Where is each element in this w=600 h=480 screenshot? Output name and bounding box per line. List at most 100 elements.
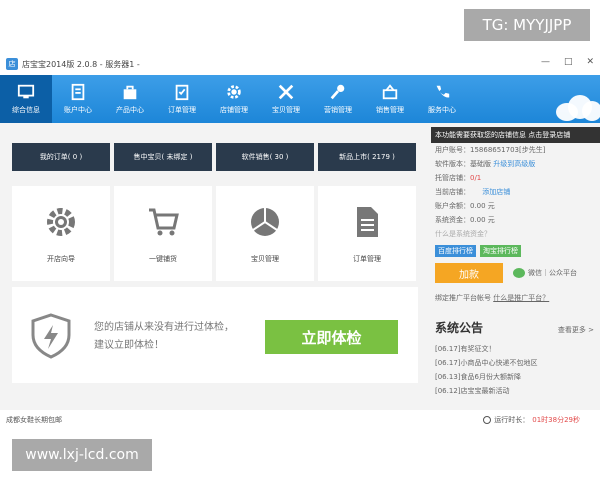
announcement-item[interactable]: [06.12]店宝宝最新活动 bbox=[435, 384, 600, 398]
announcement-title: 系统公告 bbox=[435, 321, 484, 335]
cloud-decoration bbox=[552, 91, 600, 123]
tab-account[interactable]: 账户中心 bbox=[52, 75, 104, 123]
add-store-link[interactable]: 添加店铺 bbox=[482, 188, 510, 196]
bag-icon bbox=[123, 85, 137, 100]
main-panel: 我的订单( 0 ) 售中宝贝( 未绑定 ) 软件销售( 30 ) 新品上市( 2… bbox=[12, 143, 418, 383]
balance-row: 账户余额：0.00 元 bbox=[435, 199, 600, 213]
balance-value: 0.00 元 bbox=[470, 202, 495, 210]
tab-items[interactable]: 宝贝管理 bbox=[260, 75, 312, 123]
status-bar: 成都女鞋长期包邮 运行时长： 01时38分29秒 bbox=[0, 410, 600, 430]
tab-label: 订单管理 bbox=[168, 106, 196, 114]
promotion-help-link[interactable]: 什么是推广平台？ bbox=[493, 294, 549, 302]
upgrade-link[interactable]: 升级到高级版 bbox=[493, 160, 535, 168]
window-title: 店宝宝2014版 2.0.8 - 服务器1 - bbox=[22, 59, 140, 69]
main-toolbar: 综合信息 账户中心 产品中心 订单管理 店铺管理 宝贝管理 营销管理 销售管理 bbox=[0, 75, 600, 123]
system-funds-value: 0.00 元 bbox=[470, 216, 495, 224]
microphone-icon bbox=[330, 84, 345, 100]
balance-label: 账户余额： bbox=[435, 202, 470, 210]
bind-label: 绑定推广平台帐号 bbox=[435, 294, 491, 302]
watermark-bottom: www.lxj-lcd.com bbox=[12, 439, 152, 471]
system-funds-label: 系统资金： bbox=[435, 216, 470, 224]
tab-label: 销售管理 bbox=[376, 106, 404, 114]
tab-service[interactable]: 服务中心 bbox=[416, 75, 468, 123]
store-checkup-panel: 您的店铺从来没有进行过体检， 建议立即体检！ 立即体检 bbox=[12, 287, 418, 383]
card-label: 订单管理 bbox=[353, 254, 381, 263]
managed-row: 托管店铺：0/1 bbox=[435, 171, 600, 185]
user-value: 15868651703[步先生] bbox=[470, 146, 546, 154]
runtime-label: 运行时长： bbox=[494, 416, 530, 424]
gear-icon bbox=[47, 207, 75, 236]
monitor-icon bbox=[17, 84, 35, 99]
user-label: 用户账号： bbox=[435, 146, 470, 154]
checkup-now-button[interactable]: 立即体检 bbox=[265, 320, 398, 354]
cart-icon bbox=[149, 208, 179, 235]
tab-overview[interactable]: 综合信息 bbox=[0, 75, 52, 123]
taobao-rank-button[interactable]: 淘宝排行榜 bbox=[480, 245, 521, 257]
recharge-button[interactable]: 加款 bbox=[435, 263, 503, 283]
app-logo-icon: 店 bbox=[6, 58, 18, 70]
wechat-icon bbox=[513, 268, 525, 278]
card-item-manage[interactable]: 宝贝管理 bbox=[216, 186, 314, 281]
wechat-label: 微信｜公众平台 bbox=[528, 269, 577, 277]
tab-label: 账户中心 bbox=[64, 106, 92, 114]
runtime: 运行时长： 01时38分29秒 bbox=[483, 415, 580, 425]
user-account-row: 用户账号：15868651703[步先生] bbox=[435, 143, 600, 157]
version-row: 软件版本：基础版 升级到高级版 bbox=[435, 157, 600, 171]
tab-label: 营销管理 bbox=[324, 106, 352, 114]
announcement-item[interactable]: [06.17]有奖征文！ bbox=[435, 342, 600, 356]
announcement-item[interactable]: [06.17]小商品中心快递不包地区 bbox=[435, 356, 600, 370]
runtime-value: 01时38分29秒 bbox=[532, 416, 580, 424]
clock-icon bbox=[483, 416, 492, 424]
tab-label: 店铺管理 bbox=[220, 106, 248, 114]
order-icon bbox=[175, 84, 189, 101]
version-value: 基础版 bbox=[470, 160, 491, 168]
sidebar: 用户账号：15868651703[步先生] 软件版本：基础版 升级到高级版 托管… bbox=[435, 143, 600, 398]
card-label: 开店向导 bbox=[47, 254, 75, 263]
tools-icon bbox=[278, 84, 294, 100]
stat-new-products[interactable]: 新品上市( 2179 ) bbox=[318, 143, 416, 171]
shield-icon bbox=[31, 313, 71, 359]
minimize-button[interactable]: — bbox=[541, 57, 550, 67]
baidu-rank-button[interactable]: 百度排行榜 bbox=[435, 245, 476, 257]
card-label: 一键铺货 bbox=[149, 254, 177, 263]
tab-marketing[interactable]: 营销管理 bbox=[312, 75, 364, 123]
card-one-click[interactable]: 一键铺货 bbox=[114, 186, 212, 281]
wechat-link[interactable]: 微信｜公众平台 bbox=[513, 268, 577, 278]
managed-value: 0/1 bbox=[470, 174, 482, 182]
stat-on-sale[interactable]: 售中宝贝( 未绑定 ) bbox=[114, 143, 212, 171]
announcement-item[interactable]: [06.13]食品6月份大额新降 bbox=[435, 370, 600, 384]
box-icon bbox=[251, 207, 279, 236]
announcement-list: [06.17]有奖征文！ [06.17]小商品中心快递不包地区 [06.13]食… bbox=[435, 342, 600, 398]
system-funds-row: 系统资金：0.00 元 bbox=[435, 213, 600, 227]
phone-icon bbox=[436, 85, 450, 98]
card-label: 宝贝管理 bbox=[251, 254, 279, 263]
version-label: 软件版本： bbox=[435, 160, 470, 168]
document-icon bbox=[357, 206, 378, 237]
bind-promotion-row: 绑定推广平台帐号 什么是推广平台？ bbox=[435, 291, 600, 305]
card-order-manage[interactable]: 订单管理 bbox=[318, 186, 416, 281]
account-icon bbox=[71, 83, 85, 101]
close-button[interactable]: ✕ bbox=[586, 57, 594, 67]
tab-sales[interactable]: 销售管理 bbox=[364, 75, 416, 123]
tab-label: 宝贝管理 bbox=[272, 106, 300, 114]
tab-orders[interactable]: 订单管理 bbox=[156, 75, 208, 123]
stat-software-sales[interactable]: 软件销售( 30 ) bbox=[216, 143, 314, 171]
stat-my-orders[interactable]: 我的订单( 0 ) bbox=[12, 143, 110, 171]
gear-icon bbox=[227, 85, 241, 99]
what-is-funds-link[interactable]: 什么是系统资金？ bbox=[435, 227, 600, 241]
maximize-button[interactable]: □ bbox=[564, 57, 573, 67]
tab-label: 服务中心 bbox=[428, 106, 456, 114]
managed-label: 托管店铺： bbox=[435, 174, 470, 182]
card-store-wizard[interactable]: 开店向导 bbox=[12, 186, 110, 281]
tab-products[interactable]: 产品中心 bbox=[104, 75, 156, 123]
tab-label: 综合信息 bbox=[12, 106, 40, 114]
checkup-message-2: 建议立即体检！ bbox=[94, 340, 164, 351]
current-store-label: 当前店铺： bbox=[435, 188, 470, 196]
checkup-message-1: 您的店铺从来没有进行过体检， bbox=[94, 322, 234, 333]
login-notice-bar[interactable]: 本功能需要获取您的店铺信息 点击登录店铺 bbox=[431, 127, 600, 143]
tab-store[interactable]: 店铺管理 bbox=[208, 75, 260, 123]
basket-icon bbox=[382, 84, 398, 100]
view-more-link[interactable]: 查看更多 > bbox=[558, 325, 594, 335]
current-store-row: 当前店铺： 添加店铺 bbox=[435, 185, 600, 199]
status-left-text: 成都女鞋长期包邮 bbox=[6, 416, 62, 424]
